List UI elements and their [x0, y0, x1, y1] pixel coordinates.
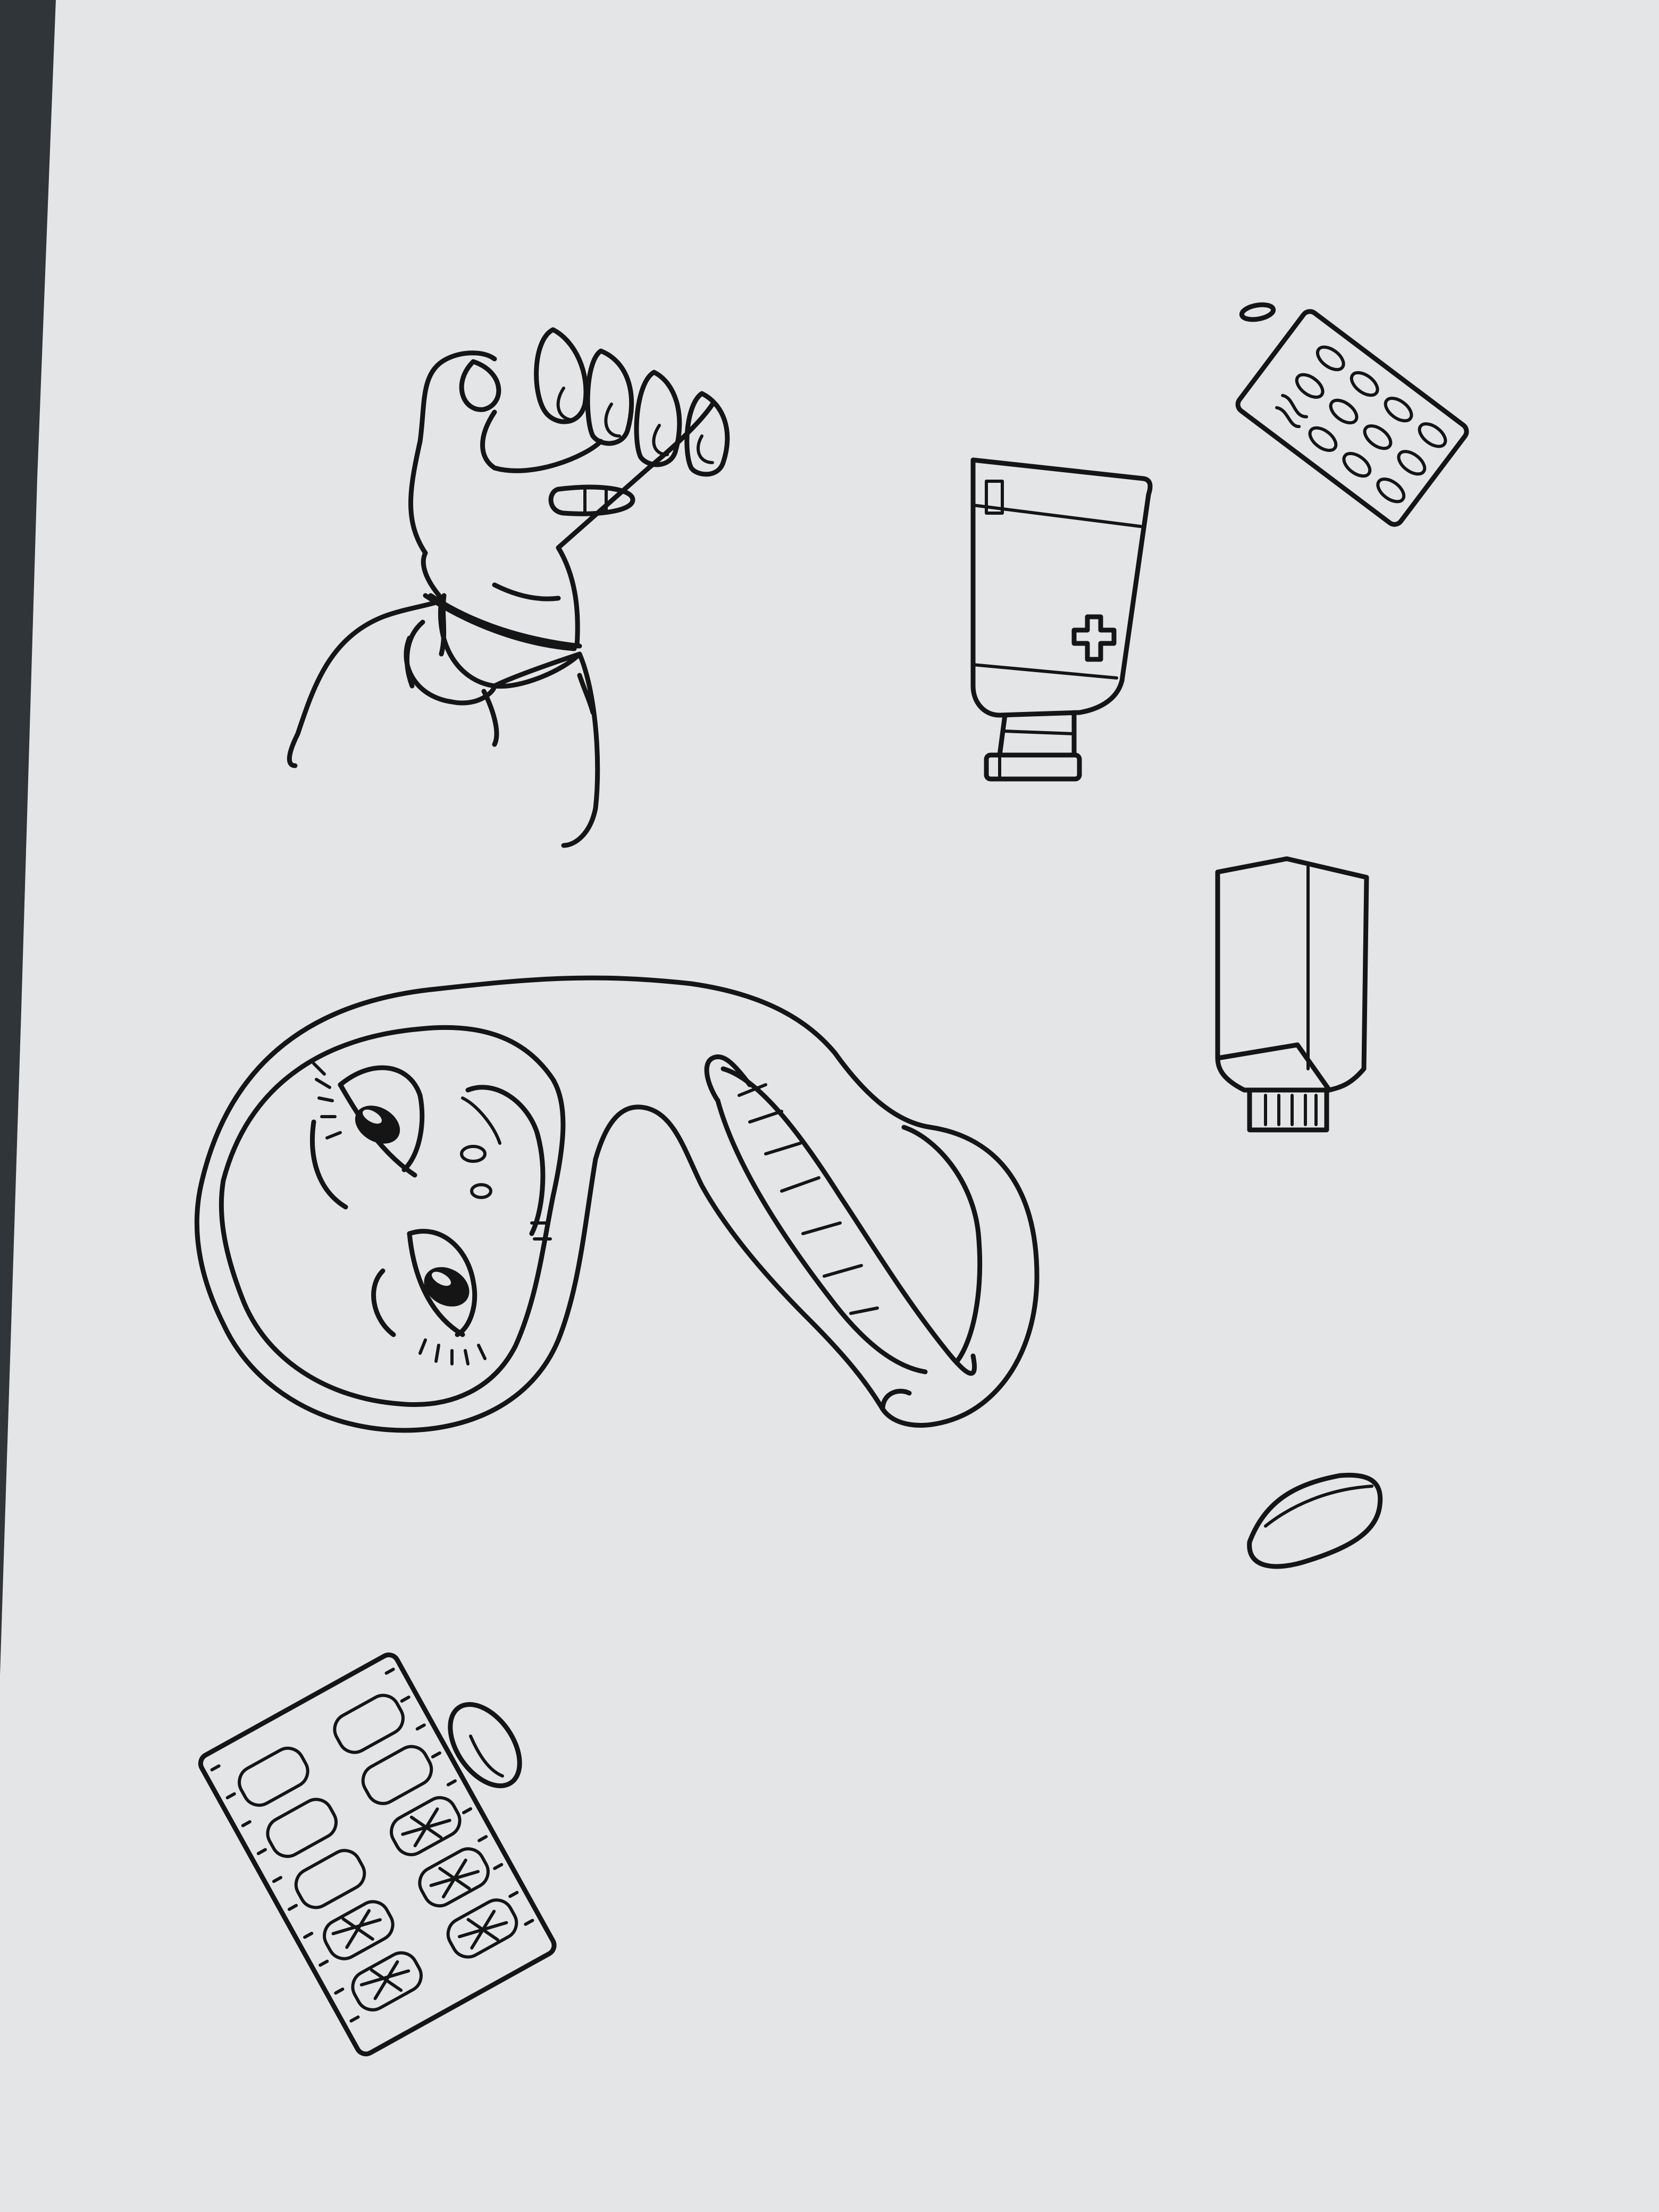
- paper-sheet: [0, 0, 1659, 2212]
- photo-of-drawing: [0, 0, 1659, 2212]
